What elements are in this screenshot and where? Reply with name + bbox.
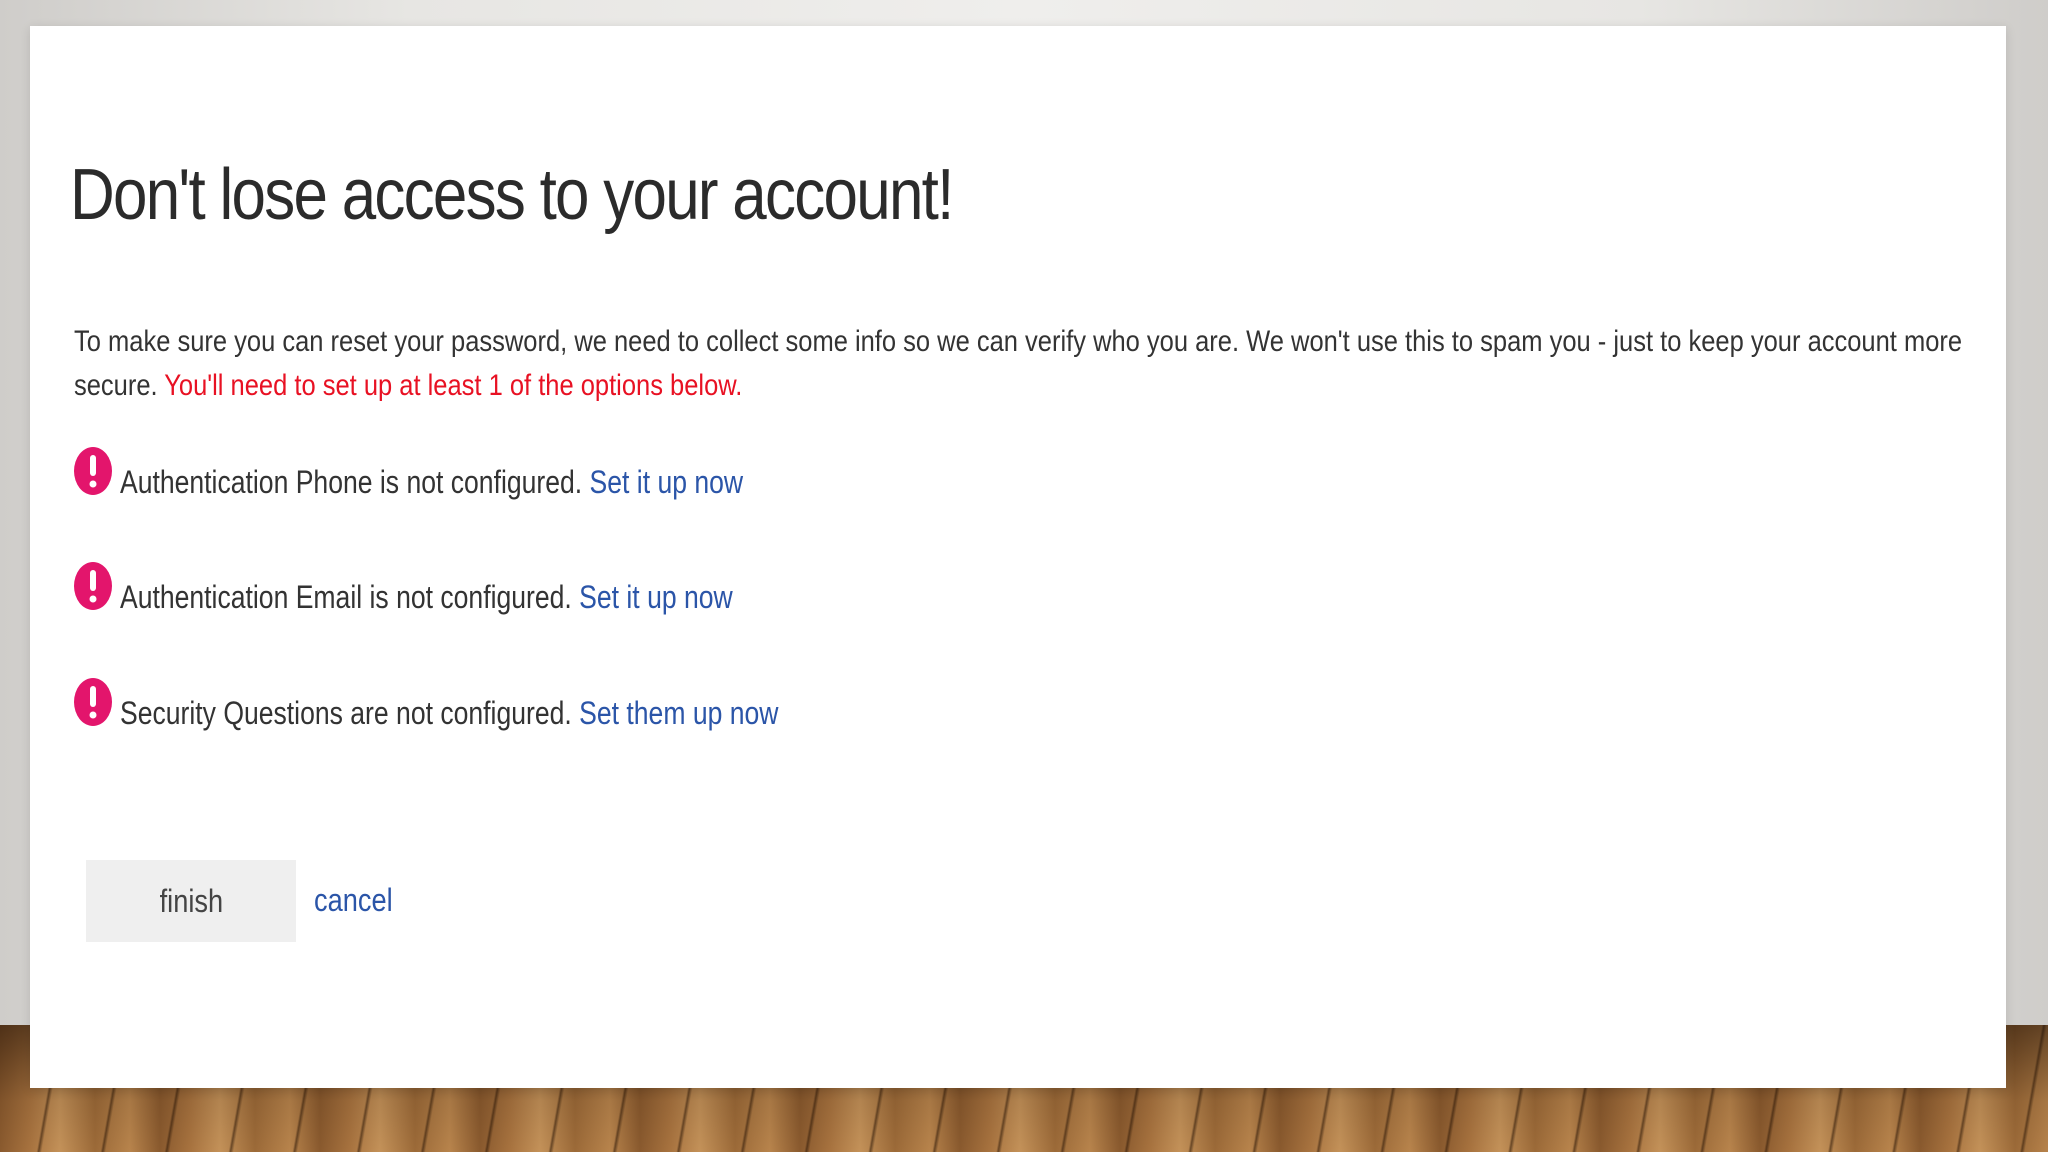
alert-icon bbox=[74, 446, 112, 496]
security-questions-status: Security Questions are not configured. bbox=[120, 695, 580, 731]
alert-icon bbox=[74, 677, 112, 727]
finish-button[interactable]: finish bbox=[86, 860, 296, 942]
page-title: Don't lose access to your account! bbox=[70, 155, 954, 235]
alert-icon bbox=[74, 561, 112, 611]
auth-email-item: Authentication Email is not configured. … bbox=[74, 551, 858, 615]
cancel-link[interactable]: cancel bbox=[314, 882, 393, 919]
setup-phone-link[interactable]: Set it up now bbox=[590, 464, 744, 500]
finish-button-label: finish bbox=[159, 882, 223, 919]
setup-security-questions-link[interactable]: Set them up now bbox=[579, 695, 778, 731]
security-questions-item: Security Questions are not configured. S… bbox=[74, 667, 913, 731]
intro-paragraph: To make sure you can reset your password… bbox=[74, 320, 1987, 408]
intro-warning: You'll need to set up at least 1 of the … bbox=[164, 369, 743, 402]
auth-phone-item: Authentication Phone is not configured. … bbox=[74, 436, 871, 500]
setup-email-link[interactable]: Set it up now bbox=[579, 579, 733, 615]
auth-email-status: Authentication Email is not configured. bbox=[120, 579, 580, 615]
account-setup-card: Don't lose access to your account! To ma… bbox=[30, 26, 2006, 1088]
auth-phone-status: Authentication Phone is not configured. bbox=[120, 464, 590, 500]
